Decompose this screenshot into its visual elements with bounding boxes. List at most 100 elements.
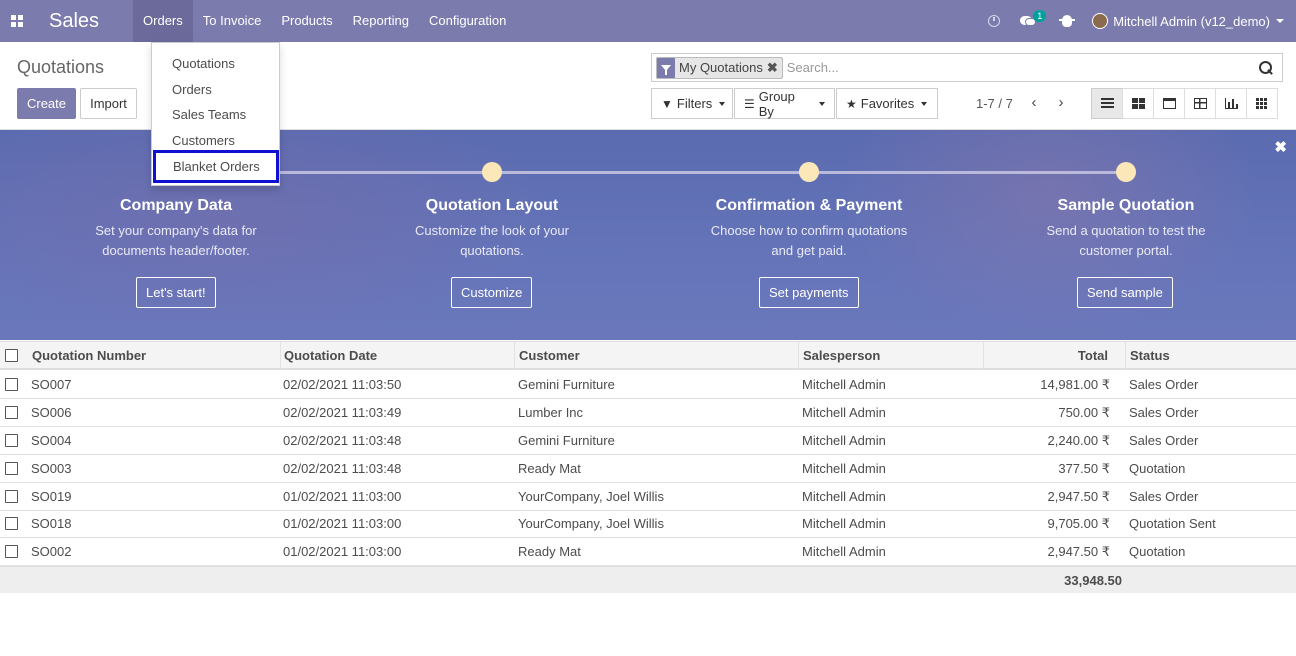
row-checkbox[interactable] <box>5 406 18 419</box>
cell-salesperson: Mitchell Admin <box>802 461 886 476</box>
avatar <box>1092 13 1109 29</box>
step-title: Sample Quotation <box>1057 197 1195 214</box>
pager-value[interactable]: 1-7 / 7 <box>976 96 1013 111</box>
navbar-systray: 1 Mitchell Admin (v12_demo) <box>978 0 1296 42</box>
step-dot <box>1116 162 1136 182</box>
pivot-view-button[interactable] <box>1184 88 1216 119</box>
messaging-button[interactable]: 1 <box>1010 0 1052 42</box>
cell-customer: Ready Mat <box>518 544 581 559</box>
cell-status: Quotation <box>1129 544 1186 559</box>
table-row[interactable]: SO004 02/02/2021 11:03:48 Gemini Furniture… <box>0 427 1296 455</box>
activity-button[interactable] <box>978 0 1010 42</box>
chat-badge: 1 <box>1033 10 1047 22</box>
bars-icon: ☰ <box>744 96 755 111</box>
groupby-button[interactable]: ☰ Group By <box>734 88 835 119</box>
filters-button[interactable]: ▼ Filters <box>651 88 733 119</box>
cell-status: Sales Order <box>1129 433 1199 448</box>
column-header-date[interactable]: Quotation Date <box>281 342 515 370</box>
lets-start-button[interactable]: Let's start! <box>136 277 216 308</box>
send-sample-button[interactable]: Send sample <box>1077 277 1173 308</box>
import-button[interactable]: Import <box>80 88 137 119</box>
menu-reporting[interactable]: Reporting <box>343 0 419 42</box>
cell-quotation-date: 02/02/2021 11:03:49 <box>283 405 402 420</box>
menu-to-invoice[interactable]: To Invoice <box>193 0 272 42</box>
column-header-salesperson[interactable]: Salesperson <box>799 342 984 370</box>
column-header-customer[interactable]: Customer <box>515 342 799 370</box>
cell-quotation-number: SO019 <box>31 489 72 504</box>
cell-status: Sales Order <box>1129 377 1199 392</box>
user-menu[interactable]: Mitchell Admin (v12_demo) <box>1082 0 1296 42</box>
row-checkbox[interactable] <box>5 462 18 475</box>
table-row[interactable]: SO003 02/02/2021 11:03:48 Ready Mat Mitchel… <box>0 455 1296 483</box>
list-icon <box>1100 98 1114 109</box>
kanban-view-button[interactable] <box>1122 88 1154 119</box>
bug-icon <box>1059 15 1076 27</box>
dropdown-item-blanket-orders[interactable]: Blanket Orders <box>153 150 279 183</box>
grand-total: 33,948.50 <box>1064 573 1122 588</box>
debug-button[interactable] <box>1052 0 1082 42</box>
cell-quotation-date: 01/02/2021 11:03:00 <box>283 544 402 559</box>
customize-button[interactable]: Customize <box>451 277 533 308</box>
search-input[interactable] <box>786 60 1258 75</box>
row-checkbox[interactable] <box>5 545 18 558</box>
create-button[interactable]: Create <box>17 88 76 119</box>
list-view-button[interactable] <box>1091 88 1123 119</box>
cell-quotation-date: 02/02/2021 11:03:50 <box>283 377 402 392</box>
pager-previous-icon[interactable]: ‹ <box>1027 95 1041 111</box>
cell-total: 2,947.50 ₹ <box>1047 544 1111 559</box>
progress-line <box>176 171 1126 174</box>
calendar-icon <box>1162 98 1176 109</box>
menu-products[interactable]: Products <box>271 0 342 42</box>
table-row[interactable]: SO007 02/02/2021 11:03:50 Gemini Furniture… <box>0 371 1296 399</box>
row-checkbox[interactable] <box>5 378 18 391</box>
cell-total: 14,981.00 ₹ <box>1040 377 1110 392</box>
page-title: Quotations <box>17 57 105 77</box>
favorites-button[interactable]: ★ Favorites <box>836 88 938 119</box>
row-checkbox[interactable] <box>5 434 18 447</box>
step-description: Choose how to confirm quotations <box>710 223 908 238</box>
step-description: documents header/footer. <box>102 243 250 258</box>
dropdown-item-quotations[interactable]: Quotations <box>152 51 279 76</box>
pager-next-icon[interactable]: › <box>1054 95 1068 111</box>
table-row[interactable]: SO018 01/02/2021 11:03:00 YourCompany, Joe… <box>0 510 1296 538</box>
dropdown-item-sales-teams[interactable]: Sales Teams <box>152 102 279 127</box>
clock-icon <box>988 15 1001 27</box>
caret-down-icon <box>819 101 825 106</box>
cell-total: 750.00 ₹ <box>1058 405 1110 420</box>
close-icon[interactable]: ✖ <box>1274 138 1287 156</box>
cell-customer: Gemini Furniture <box>518 377 615 392</box>
table-row[interactable]: SO019 01/02/2021 11:03:00 YourCompany, Joe… <box>0 483 1296 511</box>
step-title: Quotation Layout <box>425 197 559 214</box>
table-row[interactable]: SO002 01/02/2021 11:03:00 Ready Mat Mitchel… <box>0 538 1296 566</box>
calendar-view-button[interactable] <box>1153 88 1185 119</box>
select-all-checkbox[interactable] <box>5 349 18 362</box>
cell-customer: Lumber Inc <box>518 405 584 420</box>
dropdown-item-orders[interactable]: Orders <box>152 77 279 102</box>
row-checkbox[interactable] <box>5 490 18 503</box>
step-description: customer portal. <box>1079 243 1173 258</box>
set-payments-button[interactable]: Set payments <box>759 277 859 308</box>
cell-salesperson: Mitchell Admin <box>802 489 886 504</box>
menu-configuration[interactable]: Configuration <box>419 0 516 42</box>
column-header-number[interactable]: Quotation Number <box>24 342 281 370</box>
table-row[interactable]: SO006 02/02/2021 11:03:49 Lumber Inc Mitche… <box>0 399 1296 427</box>
apps-menu-icon[interactable] <box>0 0 34 42</box>
cell-salesperson: Mitchell Admin <box>802 433 886 448</box>
search-icon[interactable] <box>1258 60 1274 76</box>
bar-chart-icon <box>1224 98 1238 109</box>
row-checkbox[interactable] <box>5 517 18 530</box>
column-header-status[interactable]: Status <box>1126 342 1296 370</box>
step-description: quotations. <box>460 243 524 258</box>
search-options: ▼ Filters ☰ Group By ★ Favorites <box>651 88 939 119</box>
cell-customer: Ready Mat <box>518 461 581 476</box>
caret-down-icon <box>1276 19 1284 23</box>
remove-facet-icon[interactable]: ✖ <box>767 60 782 76</box>
dashboard-view-button[interactable] <box>1246 88 1278 119</box>
favorites-label: Favorites <box>860 96 915 111</box>
cell-quotation-number: SO002 <box>31 544 72 559</box>
menu-orders[interactable]: Orders <box>133 0 193 42</box>
cell-quotation-date: 02/02/2021 11:03:48 <box>283 433 402 448</box>
graph-view-button[interactable] <box>1215 88 1247 119</box>
cell-status: Quotation <box>1129 461 1186 476</box>
column-header-total[interactable]: Total <box>984 342 1126 370</box>
